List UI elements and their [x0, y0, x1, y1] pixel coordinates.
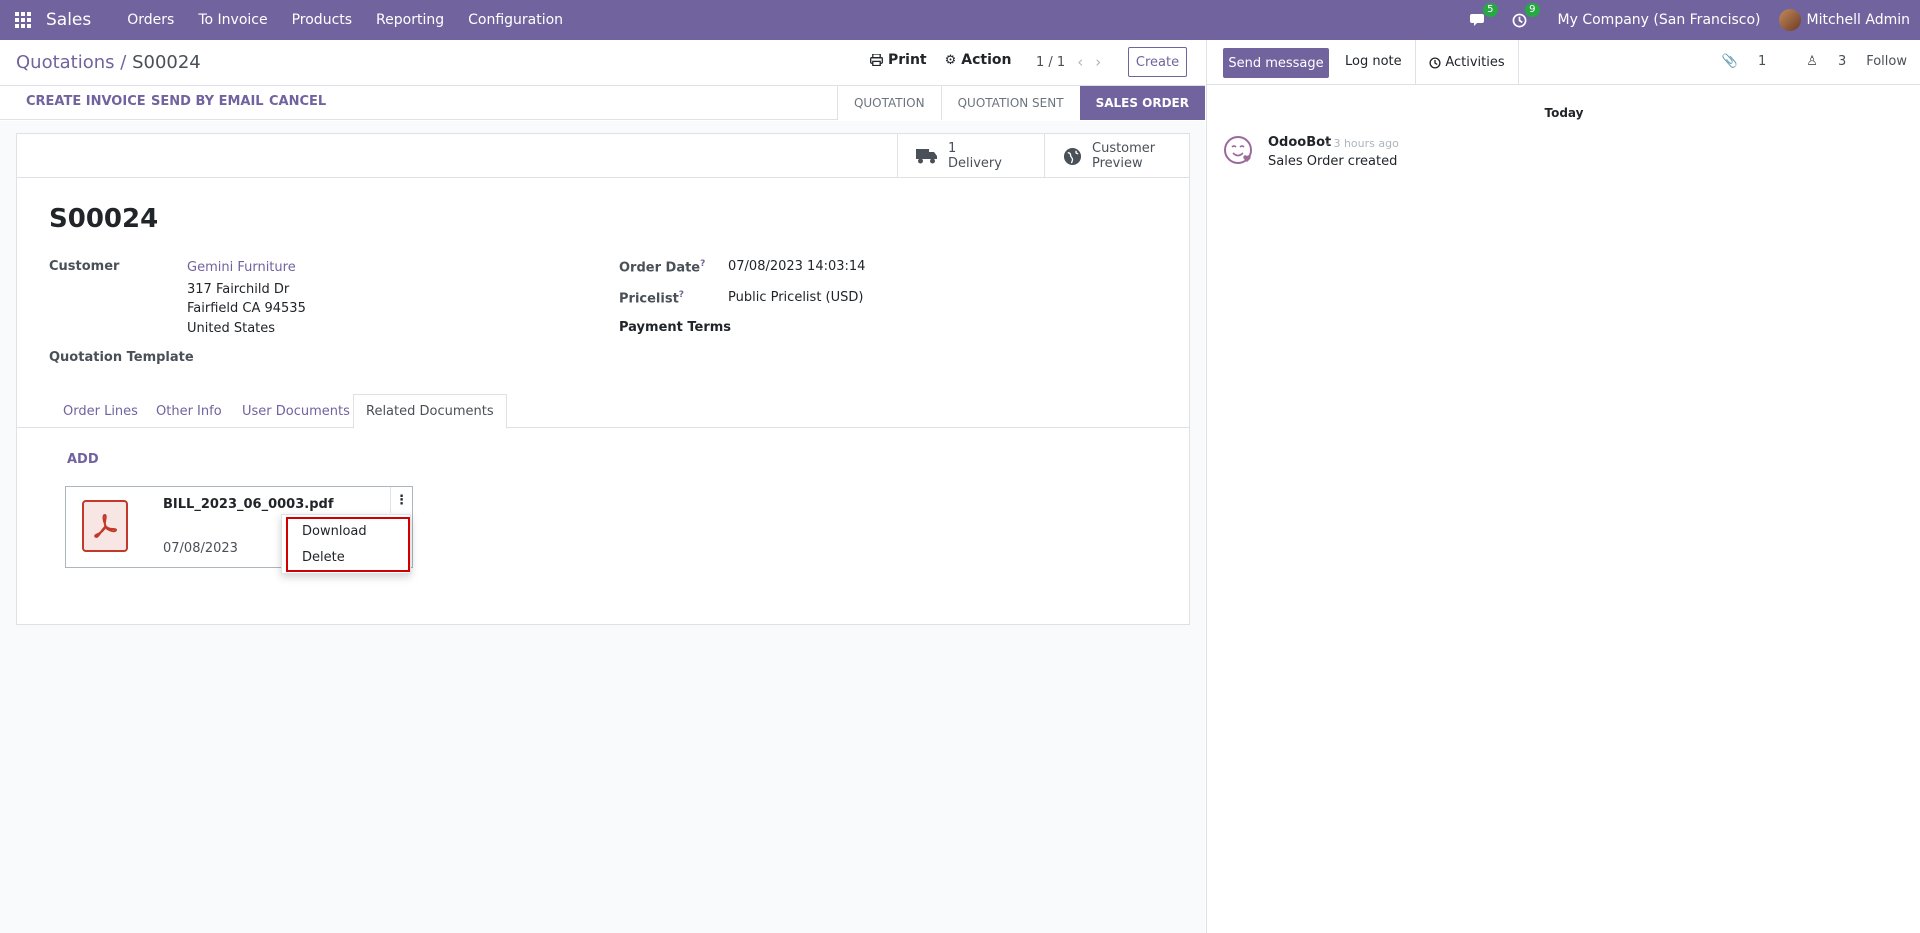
create-button[interactable]: Create [1128, 47, 1187, 77]
customer-link[interactable]: Gemini Furniture [187, 260, 296, 275]
message-time: - 3 hours ago [1326, 137, 1399, 150]
followers-counter[interactable]: ♙ 3 [1786, 54, 1846, 69]
preview-line-1: Customer [1092, 141, 1156, 156]
menu-item-delete[interactable]: Delete [302, 550, 345, 565]
create-invoice-button[interactable]: CREATE INVOICE [26, 94, 146, 109]
form-sheet: 1 Delivery Customer Preview S00024 Custome… [16, 133, 1190, 625]
pager-next-icon[interactable]: › [1095, 53, 1101, 71]
tab-order-lines[interactable]: Order Lines [51, 394, 150, 428]
action-label: Action [961, 52, 1012, 68]
user-menu[interactable]: Mitchell Admin [1807, 12, 1911, 28]
clock-icon [1429, 56, 1441, 69]
menu-orders[interactable]: Orders [115, 12, 186, 28]
company-switcher[interactable]: My Company (San Francisco) [1558, 12, 1761, 28]
payment-terms-label: Payment Terms [619, 320, 732, 335]
chatter-topbar-right: 📎 1 ♙ 3 Follow [1682, 54, 1907, 69]
truck-icon [916, 149, 937, 164]
paperclip-icon: 📎 [1721, 54, 1738, 69]
pricelist-value: Public Pricelist (USD) [728, 290, 864, 305]
address-line-3: United States [187, 321, 276, 336]
globe-icon [1063, 147, 1082, 165]
address-line-1: 317 Fairchild Dr [187, 282, 290, 297]
preview-line-2: Preview [1092, 156, 1143, 171]
pager-value[interactable]: 1 / 1 [1036, 55, 1065, 70]
tab-related-documents[interactable]: Related Documents [353, 394, 507, 429]
chatter-topbar: Send message Log note Activities 📎 1 ♙ 3 F… [1207, 40, 1920, 85]
stage-sales-order[interactable]: SALES ORDER [1079, 86, 1205, 120]
record-actions: Print ⚙ Action [870, 52, 1030, 68]
message-author[interactable]: OdooBot [1268, 135, 1331, 150]
follow-button[interactable]: Follow [1866, 54, 1907, 69]
attachment-file-name[interactable]: BILL_2023_06_0003.pdf [163, 497, 333, 512]
apps-grid-icon[interactable] [0, 0, 46, 40]
address-line-2: Fairfield CA 94535 [187, 301, 306, 316]
order-date-help-icon[interactable]: ? [700, 259, 705, 269]
breadcrumb: Quotations / S00024 [16, 52, 201, 73]
navbar-systray: 5 9 My Company (San Francisco) Mitchell … [1464, 0, 1910, 40]
attachment-date: 07/08/2023 [163, 541, 238, 556]
delivery-label: Delivery [948, 156, 1002, 171]
control-panel: Quotations / S00024 Print ⚙ Action 1 / 1… [0, 40, 1205, 120]
menu-reporting[interactable]: Reporting [364, 12, 456, 28]
main-menu: Orders To Invoice Products Reporting Con… [115, 12, 575, 28]
add-document-button[interactable]: ADD [67, 452, 99, 467]
quotation-template-label: Quotation Template [49, 350, 194, 365]
activities-button[interactable]: Activities [1415, 40, 1519, 85]
menu-products[interactable]: Products [280, 12, 364, 28]
pricelist-label: Pricelist? [619, 290, 685, 307]
customer-preview-button[interactable]: Customer Preview [1044, 134, 1189, 178]
stage-pipeline: QUOTATION QUOTATION SENT SALES ORDER [836, 86, 1205, 120]
menu-item-download[interactable]: Download [302, 524, 367, 539]
tab-other-info[interactable]: Other Info [144, 394, 234, 428]
order-date-label: Order Date? [619, 259, 706, 276]
clock-icon [1512, 13, 1527, 27]
send-message-button[interactable]: Send message [1223, 48, 1329, 78]
customer-label: Customer [49, 259, 120, 274]
user-icon: ♙ [1806, 54, 1818, 69]
log-note-button[interactable]: Log note [1345, 54, 1402, 69]
pdf-file-icon [82, 500, 128, 552]
tab-user-documents[interactable]: User Documents [230, 394, 362, 428]
pager-previous-icon[interactable]: ‹ [1077, 53, 1083, 71]
cancel-button[interactable]: CANCEL [269, 94, 326, 109]
menu-configuration[interactable]: Configuration [456, 12, 575, 28]
printer-icon [870, 54, 883, 66]
top-navbar: Sales Orders To Invoice Products Reporti… [0, 0, 1920, 40]
notebook-tabs: Order Lines Other Info User Documents Re… [17, 394, 1189, 429]
stage-quotation-sent[interactable]: QUOTATION SENT [940, 86, 1080, 120]
odoobot-avatar-icon [1224, 136, 1252, 164]
status-bar: CREATE INVOICE SEND BY EMAIL CANCEL QUOT… [0, 85, 1205, 120]
app-brand[interactable]: Sales [46, 10, 91, 30]
breadcrumb-separator: / [114, 52, 133, 73]
attachments-counter[interactable]: 📎 1 [1702, 54, 1766, 69]
print-button[interactable]: Print [870, 52, 927, 68]
chat-bubble-icon [1469, 14, 1484, 26]
record-title: S00024 [49, 204, 159, 234]
message-body: Sales Order created [1268, 154, 1398, 169]
send-by-email-button[interactable]: SEND BY EMAIL [151, 94, 264, 109]
user-avatar[interactable] [1778, 9, 1801, 31]
activities-systray[interactable]: 9 [1506, 3, 1540, 32]
stage-quotation[interactable]: QUOTATION [836, 86, 941, 120]
action-button[interactable]: ⚙ Action [945, 52, 1012, 68]
order-date-value: 07/08/2023 14:03:14 [728, 259, 866, 274]
delivery-count: 1 [948, 141, 957, 156]
activities-badge: 9 [1525, 3, 1540, 17]
pager: 1 / 1 ‹ › [1036, 53, 1101, 71]
breadcrumb-current: S00024 [132, 52, 201, 73]
activities-label: Activities [1445, 55, 1505, 70]
smart-buttons: 1 Delivery Customer Preview [17, 134, 1189, 178]
delivery-smart-button[interactable]: 1 Delivery [897, 134, 1044, 178]
messages-systray[interactable]: 5 [1464, 3, 1498, 32]
menu-to-invoice[interactable]: To Invoice [186, 12, 279, 28]
messages-badge: 5 [1483, 3, 1498, 17]
attachment-options-icon[interactable]: ⋮ [390, 487, 412, 513]
attachment-dropdown-menu: Download Delete [281, 514, 411, 574]
print-label: Print [888, 52, 927, 68]
pricelist-help-icon[interactable]: ? [679, 290, 684, 300]
day-separator: Today [1544, 106, 1584, 120]
gear-icon: ⚙ [944, 52, 957, 68]
breadcrumb-quotations[interactable]: Quotations [16, 52, 115, 73]
chatter-panel: Send message Log note Activities 📎 1 ♙ 3 F… [1206, 40, 1920, 933]
